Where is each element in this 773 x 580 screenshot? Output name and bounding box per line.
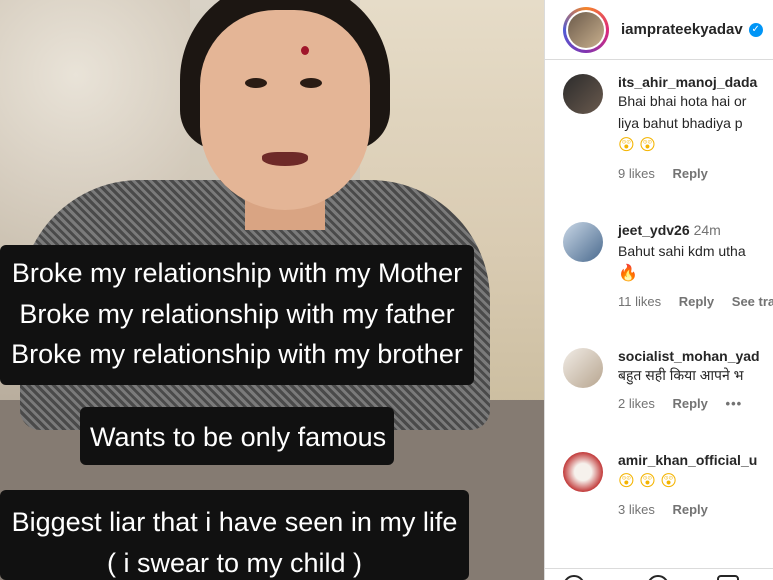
caption-line: Wants to be only famous (90, 422, 387, 452)
caption-line: Broke my relationship with my Mother (11, 258, 463, 288)
like-heart-icon[interactable] (563, 575, 585, 580)
caption-line: Biggest liar that i have seen in my life (11, 507, 458, 537)
avatar-inner (566, 9, 606, 50)
commenter-username-text[interactable]: socialist_mohan_yad (618, 348, 760, 364)
commenter-avatar[interactable] (563, 452, 603, 492)
story-image: Broke my relationship with my Mother Bro… (0, 0, 544, 580)
profile-avatar[interactable] (563, 6, 609, 53)
comment-actions: 11 likes Reply See tra (618, 294, 773, 309)
share-icon[interactable] (717, 575, 739, 580)
comment-body: jeet_ydv26 24m Bahut sahi kdm utha 🔥 11 l… (618, 222, 773, 309)
commenter-avatar[interactable] (563, 348, 603, 388)
comment-body: socialist_mohan_yad बहुत सही किया आपने भ… (618, 348, 773, 411)
post-action-bar (545, 568, 773, 580)
likes-count[interactable]: 11 likes (618, 294, 661, 309)
story-caption-relationships: Broke my relationship with my Mother Bro… (0, 245, 474, 385)
person-eye-left (245, 78, 267, 88)
commenter-avatar[interactable] (563, 222, 603, 262)
comment-line: Bhai bhai hota hai or (618, 93, 747, 109)
commenter-username-text[interactable]: its_ahir_manoj_dada (618, 74, 757, 90)
likes-count[interactable]: 2 likes (618, 396, 655, 411)
comment-line: Bahut sahi kdm utha (618, 243, 746, 259)
reply-button[interactable]: Reply (672, 166, 707, 181)
comment-bubble-icon[interactable] (647, 575, 669, 580)
comment-text: Bhai bhai hota hai or liya bahut bhadiya… (618, 90, 773, 134)
post-username[interactable]: iamprateekyadav ✓ (621, 21, 763, 38)
see-translation-button[interactable]: See tra (732, 294, 773, 309)
reply-button[interactable]: Reply (672, 396, 707, 411)
person-bindi (301, 46, 309, 55)
commenter-username[interactable]: jeet_ydv26 24m (618, 222, 773, 238)
comment-text: Bahut sahi kdm utha (618, 240, 773, 262)
comment-time: 24m (693, 222, 721, 238)
comment-emoji: 😲 😲 😲 (618, 473, 677, 490)
commenter-username-text[interactable]: jeet_ydv26 (618, 222, 690, 238)
verified-badge-icon: ✓ (748, 23, 763, 38)
person-mouth (262, 152, 308, 166)
comment-body: its_ahir_manoj_dada Bhai bhai hota hai o… (618, 74, 773, 181)
comment-body: amir_khan_official_u 😲 😲 😲 3 likes Reply (618, 452, 773, 517)
comment-emoji: 😲 😲 (618, 137, 656, 154)
person-face (200, 10, 370, 210)
caption-line: Broke my relationship with my father (19, 298, 455, 329)
avatar-image (568, 11, 604, 48)
comment-line: बहुत सही किया आपने भ (618, 367, 744, 383)
comment-line: liya bahut bhadiya p (618, 115, 743, 131)
story-caption-liar: Biggest liar that i have seen in my life… (0, 490, 469, 580)
fire-emoji-icon: 🔥 (618, 265, 638, 282)
comment-actions: 3 likes Reply (618, 502, 773, 517)
more-options-icon[interactable]: ••• (726, 396, 743, 411)
comment-text: बहुत सही किया आपने भ (618, 364, 773, 386)
commenter-username[interactable]: socialist_mohan_yad (618, 348, 773, 364)
likes-count[interactable]: 9 likes (618, 166, 655, 181)
comment-actions: 2 likes Reply ••• (618, 396, 773, 411)
comments-panel: iamprateekyadav ✓ its_ahir_manoj_dada Bha… (544, 0, 773, 580)
commenter-username-text[interactable]: amir_khan_official_u (618, 452, 757, 468)
commenter-username[interactable]: amir_khan_official_u (618, 452, 773, 468)
caption-line: Broke my relationship with my brother (11, 339, 463, 369)
post-username-text[interactable]: iamprateekyadav (621, 21, 743, 38)
comment-actions: 9 likes Reply (618, 166, 773, 181)
commenter-username[interactable]: its_ahir_manoj_dada (618, 74, 773, 90)
story-caption-famous: Wants to be only famous (80, 407, 394, 465)
post-header: iamprateekyadav ✓ (545, 0, 773, 60)
caption-line: ( i swear to my child ) (106, 547, 363, 578)
reply-button[interactable]: Reply (679, 294, 714, 309)
likes-count[interactable]: 3 likes (618, 502, 655, 517)
reply-button[interactable]: Reply (672, 502, 707, 517)
person-eye-right (300, 78, 322, 88)
commenter-avatar[interactable] (563, 74, 603, 114)
